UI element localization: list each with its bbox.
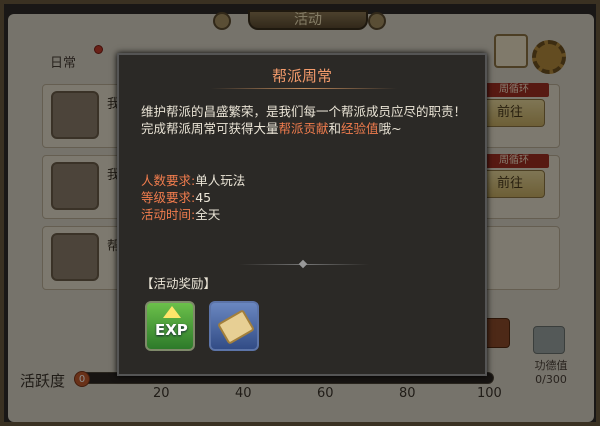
arrow-up-icon	[163, 306, 181, 318]
divider-ornament	[298, 259, 308, 269]
reward-label: 【活动奖励】	[141, 276, 217, 291]
popup-description: 维护帮派的昌盛繁荣，是我们每一个帮派成员应尽的职责！ 完成帮派周常可获得大量帮派…	[141, 103, 471, 137]
desc-line1: 维护帮派的昌盛繁荣，是我们每一个帮派成员应尽的职责！	[141, 104, 467, 119]
exp-text: EXP	[155, 321, 188, 339]
req-time: 活动时间:全天	[141, 207, 221, 222]
desc-line2: 完成帮派周常可获得大量帮派贡献和经验值哦~	[141, 121, 402, 136]
req-level: 等级要求:45	[141, 190, 212, 205]
title-underline	[211, 88, 397, 89]
popup-title: 帮派周常	[271, 67, 332, 85]
scroll-icon	[217, 309, 255, 345]
requirements: 人数要求:单人玩法 等级要求:45 活动时间:全天	[141, 172, 245, 223]
activity-detail-popup: 帮派周常 维护帮派的昌盛繁荣，是我们每一个帮派成员应尽的职责！ 完成帮派周常可获…	[117, 53, 487, 376]
exp-reward-icon[interactable]: EXP	[145, 301, 195, 351]
req-people: 人数要求:单人玩法	[141, 173, 246, 188]
scroll-reward-icon[interactable]	[209, 301, 259, 351]
